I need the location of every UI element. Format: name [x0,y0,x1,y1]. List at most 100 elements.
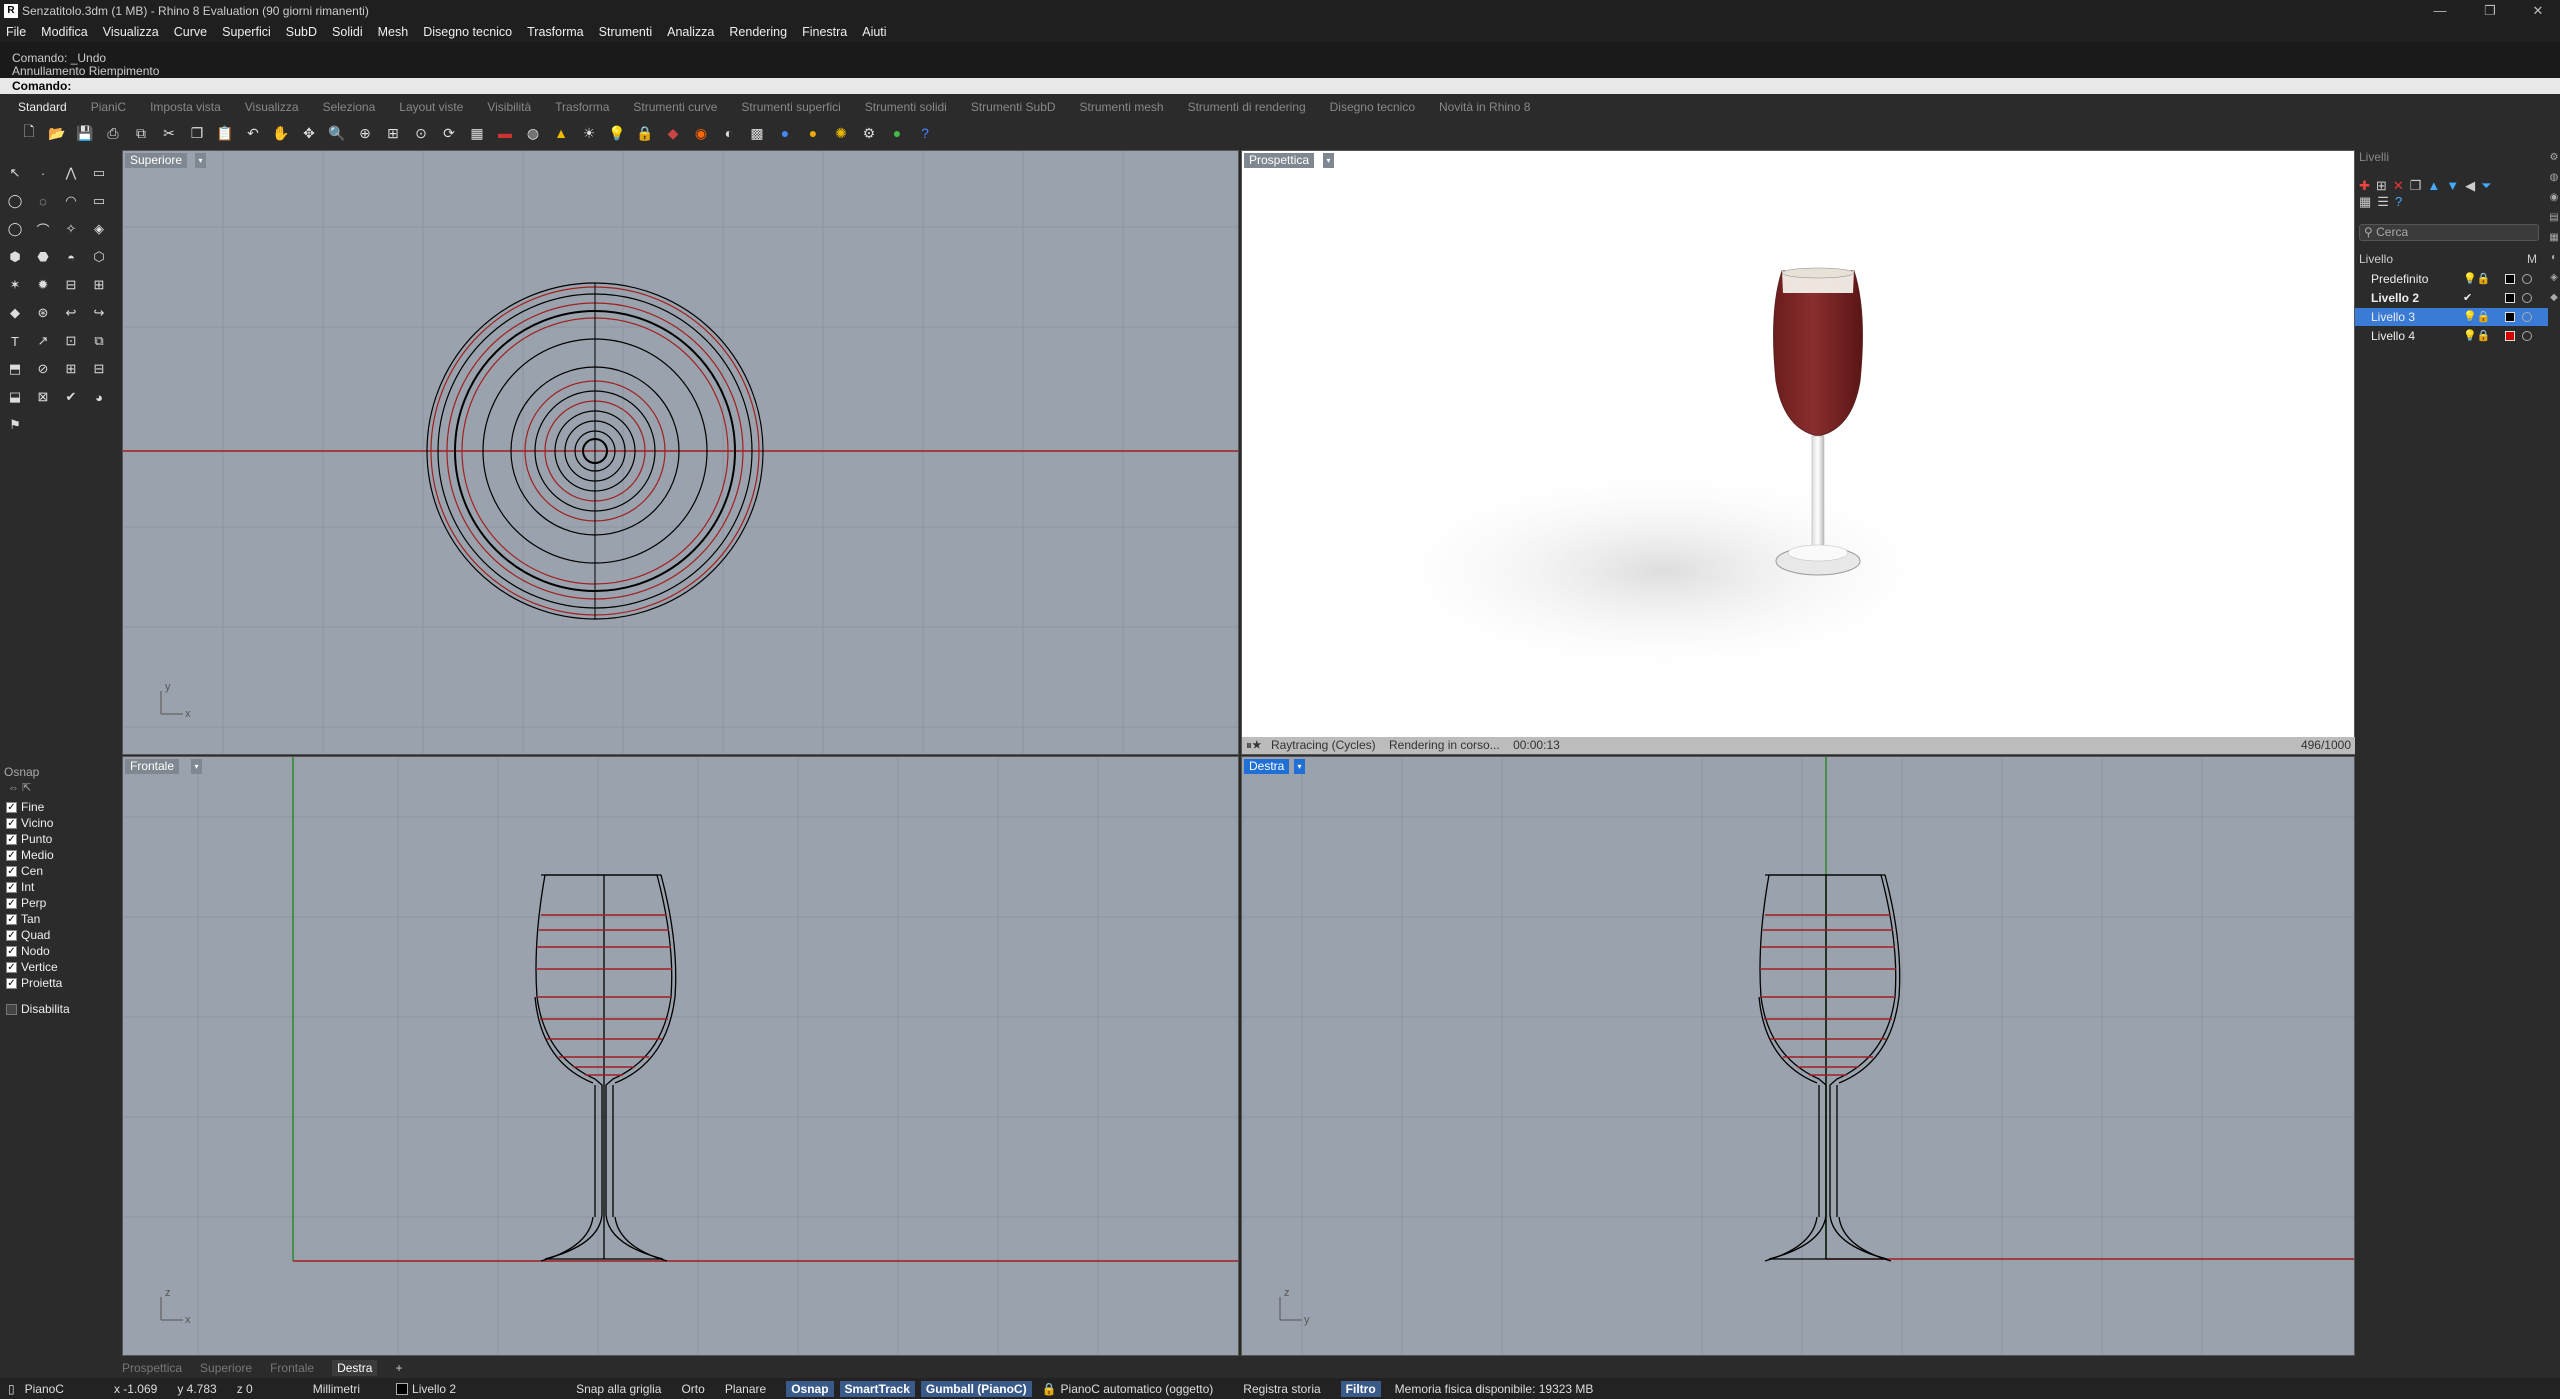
viewport-front[interactable]: z x Frontale ▾ [122,756,1239,1356]
osnap-row[interactable]: ✓ Quad [0,927,120,943]
maximize-button[interactable]: ❐ [2470,0,2510,22]
print-icon[interactable]: ⎙ [102,122,124,144]
osnap-row[interactable]: ✓ Fine [0,799,120,815]
viewports-icon[interactable]: ▦ [466,122,488,144]
osnap-checkbox[interactable]: ✓ [6,865,17,877]
toolbox-tool-icon[interactable]: ▭ [88,162,110,184]
toolbar-tab[interactable]: Seleziona [323,100,376,114]
toolbox-tool-icon[interactable]: ◯ [4,190,26,212]
toolbar-tab[interactable]: Visibilità [487,100,531,114]
osnap-row[interactable]: ✓ Int [0,879,120,895]
layer-row[interactable]: Livello 2 ✔ [2355,289,2548,307]
toolbox-tool-icon[interactable]: ✧ [60,218,82,240]
toolbox-tool-icon[interactable]: ⧉ [88,330,110,352]
status-osnap[interactable]: Osnap [786,1380,834,1397]
menu-item[interactable]: Curve [174,25,207,39]
viewport-perspective-label[interactable]: Prospettica [1244,153,1315,168]
toolbox-tool-icon[interactable]: ⌒ [32,218,54,240]
side-panel-tabs[interactable]: ⚙ ◍ ◉ ▤ ▦ ◐ ◈ ◆ [2548,148,2560,1368]
layer-material-icon[interactable] [2522,312,2532,322]
copy-icon[interactable]: ⧉ [130,122,152,144]
toolbar-tab[interactable]: Trasforma [555,100,609,114]
toolbox-tool-icon[interactable]: ⬒ [4,358,26,380]
menu-item[interactable]: Finestra [802,25,847,39]
move-back-icon[interactable]: ◀ [2465,178,2481,193]
toolbar-tab[interactable]: Strumenti solidi [865,100,947,114]
osnap-checkbox[interactable]: ✓ [6,881,17,893]
panel-tab-icon[interactable]: ◆ [2548,292,2560,310]
toolbox-tool-icon[interactable]: ⋀ [60,162,82,184]
menu-item[interactable]: Disegno tecnico [423,25,512,39]
osnap-row[interactable]: ✓ Tan [0,911,120,927]
osnap-disable-row[interactable]: Disabilita [0,1001,120,1017]
menu-item[interactable]: Analizza [667,25,714,39]
toolbar-tab[interactable]: Strumenti curve [633,100,717,114]
menu-item[interactable]: Rendering [729,25,787,39]
panel-tab-icon[interactable]: ◉ [2548,192,2560,210]
osnap-filter-icons[interactable]: ⇔ ⇱ [0,781,120,799]
viewport-front-label[interactable]: Frontale [125,759,180,774]
panel-tab-icon[interactable]: ◐ [2548,252,2560,270]
osnap-checkbox[interactable]: ✓ [6,977,17,989]
status-smarttrack[interactable]: SmartTrack [839,1380,915,1397]
menu-item[interactable]: Mesh [378,25,409,39]
viewport-perspective-dropdown-icon[interactable]: ▾ [1323,153,1334,168]
options-icon[interactable]: ⚙ [858,122,880,144]
panel-tab-icon[interactable]: ◈ [2548,272,2560,290]
toolbar-tab[interactable]: Novità in Rhino 8 [1439,100,1530,114]
add-tab-icon[interactable]: + [395,1361,402,1375]
viewport-tab[interactable]: Frontale [270,1361,314,1375]
layer-row[interactable]: Livello 3 💡🔒 [2355,308,2548,326]
layer-material-icon[interactable] [2522,274,2532,284]
toolbox-tool-icon[interactable]: ✹ [32,274,54,296]
copy-clip-icon[interactable]: ❐ [186,122,208,144]
osnap-row[interactable]: ✓ Medio [0,847,120,863]
shade-icon[interactable]: ◍ [522,122,544,144]
move-icon[interactable]: ✥ [298,122,320,144]
filter-layers-icon[interactable]: ⏷ [2481,178,2497,193]
cut-icon[interactable]: ✂ [158,122,180,144]
toolbar-tab[interactable]: Visualizza [245,100,299,114]
osnap-row[interactable]: ✓ Cen [0,863,120,879]
toolbox-tool-icon[interactable]: ⬢ [4,246,26,268]
layer-visible-lock-icons[interactable]: 💡🔒 [2463,270,2490,288]
toolbar-tab[interactable]: Strumenti superfici [741,100,840,114]
osnap-row[interactable]: ✓ Proietta [0,975,120,991]
toolbox-tool-icon[interactable]: ⬣ [32,246,54,268]
car-icon[interactable]: ▬ [494,122,516,144]
command-prompt[interactable]: Comando: [0,78,2560,94]
toolbox-tool-icon[interactable]: · [32,162,54,184]
undo-icon[interactable]: ↶ [242,122,264,144]
menu-item[interactable]: Superfici [222,25,271,39]
menu-item[interactable]: Strumenti [599,25,653,39]
plugin-icon[interactable]: ● [886,122,908,144]
status-panel-icon[interactable]: ▯ [8,1382,15,1396]
material-icon[interactable]: ◐ [718,122,740,144]
color-wheel-icon[interactable]: ◉ [690,122,712,144]
light-icon[interactable]: ☀ [578,122,600,144]
toolbox-tool-icon[interactable]: ↩ [60,302,82,324]
zoom-extents-icon[interactable]: ⊞ [382,122,404,144]
new-layer-icon[interactable]: ✚ [2359,178,2376,193]
viewport-right[interactable]: z y Destra ▾ [1241,756,2355,1356]
panel-tab-icon[interactable]: ▦ [2548,232,2560,250]
viewport-perspective[interactable]: Prospettica ▾ [1241,150,2355,755]
toolbox-tool-icon[interactable]: ⊟ [88,358,110,380]
toolbar-tab[interactable]: PianiC [91,100,126,114]
layer-help-icon[interactable]: ? [2395,194,2408,209]
menu-item[interactable]: Aiuti [862,25,886,39]
status-orto[interactable]: Orto [681,1382,704,1396]
toolbox-tool-icon[interactable]: ⊘ [32,358,54,380]
panel-tab-icon[interactable]: ⚙ [2548,152,2560,170]
osnap-row[interactable]: ✓ Vertice [0,959,120,975]
osnap-checkbox[interactable]: ✓ [6,961,17,973]
toolbar-tab[interactable]: Layout viste [399,100,463,114]
pan-icon[interactable]: ✋ [270,122,292,144]
toolbox-tool-icon[interactable]: ↪ [88,302,110,324]
osnap-row[interactable]: ✓ Perp [0,895,120,911]
layer-color-swatch[interactable] [2505,274,2515,284]
toolbar-tab[interactable]: Strumenti di rendering [1188,100,1306,114]
viewport-top-dropdown-icon[interactable]: ▾ [195,153,206,168]
sun-icon[interactable]: ✺ [830,122,852,144]
move-down-icon[interactable]: ▼ [2446,178,2465,193]
